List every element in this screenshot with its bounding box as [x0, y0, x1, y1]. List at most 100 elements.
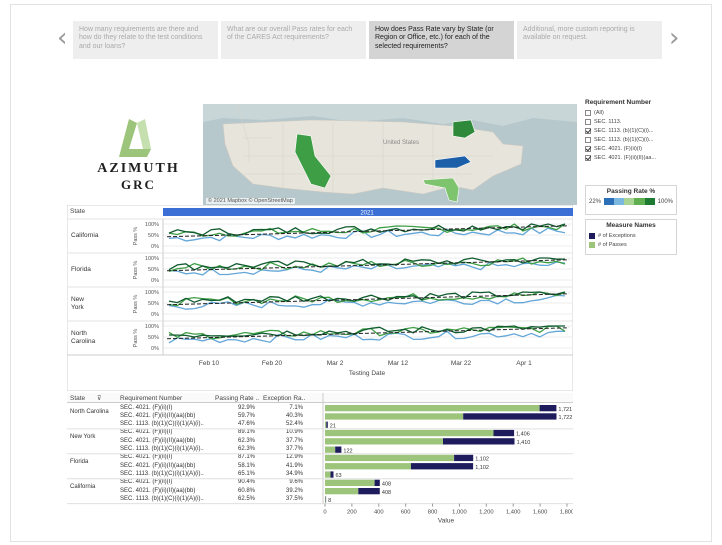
exceptions-bar: [330, 471, 334, 478]
checked-checkbox-icon[interactable]: [585, 127, 591, 134]
pass-tick-label: 100%: [145, 324, 159, 330]
panel-col-header: State: [70, 208, 86, 215]
filter-option-label: SEC. 4021. (F)(ii)(I): [594, 145, 642, 152]
year-label: 2021: [360, 211, 374, 217]
pass-tick-label: 50%: [148, 335, 159, 341]
value-tick-label: 1,000: [452, 510, 467, 516]
state-map[interactable]: United States © 2021 Mapbox © OpenStreet…: [203, 104, 577, 205]
filter-option-label: SEC. 1113.: [594, 118, 622, 125]
filter-option[interactable]: SEC. 1113.: [581, 117, 701, 126]
passes-swatch: [589, 241, 595, 248]
checked-checkbox-icon[interactable]: [585, 154, 591, 161]
state-row-label: North: [71, 330, 87, 337]
exceptions-bar: [454, 454, 474, 462]
value-tick-label: 1,800: [560, 510, 573, 516]
value-tick-label: 1,600: [533, 510, 548, 516]
pass-axis-label: Pass %: [133, 295, 139, 314]
filter-option-label: SEC. 4021. (F)(ii)(II)(aa...: [594, 154, 657, 161]
checkbox-icon[interactable]: [585, 109, 591, 116]
passes-bar: [325, 438, 443, 445]
passes-bar: [325, 405, 540, 412]
date-tick-label: Apr 1: [516, 360, 532, 367]
passes-bar: [325, 463, 411, 470]
state-row-label: California: [71, 232, 99, 239]
legend-item-passes[interactable]: # of Passes: [589, 240, 673, 249]
filter-option[interactable]: (All): [581, 108, 701, 117]
azimuth-mark-icon: [119, 119, 151, 157]
pass-axis-label: Pass %: [133, 261, 139, 280]
story-point-4[interactable]: Additional, more custom reporting is ava…: [517, 21, 662, 59]
date-tick-label: Mar 12: [388, 360, 409, 367]
checked-checkbox-icon[interactable]: [585, 145, 591, 152]
date-tick-label: Mar 22: [451, 360, 472, 367]
pass-tick-label: 100%: [145, 290, 159, 296]
filter-option[interactable]: SEC. 4021. (F)(ii)(II)(aa...: [581, 153, 701, 162]
checkbox-icon[interactable]: [585, 136, 591, 143]
passes-bar: [325, 421, 327, 428]
passes-bar: [325, 446, 336, 453]
passes-bar: [325, 488, 359, 495]
exceptions-bar: [411, 463, 474, 470]
rate-color-ramp: [604, 198, 655, 205]
previous-story-arrow-icon[interactable]: ‹: [57, 23, 67, 53]
bar-total-label: 408: [382, 482, 391, 488]
rate-legend-min: 22%: [589, 198, 602, 205]
exceptions-bar: [443, 438, 515, 445]
passes-bar: [325, 496, 326, 503]
pass-rate-trend-chart[interactable]: State 2021 California Pass % 100% 50% 0% Florid…: [67, 205, 573, 391]
bar-total-label: 1,721: [558, 407, 572, 413]
requirement-table: State ⊽ Requirement Number Passing Rate …: [67, 393, 573, 535]
filter-option[interactable]: SEC. 1113. (b)(1)(C)(i)...: [581, 126, 701, 135]
exceptions-bar: [374, 479, 380, 486]
pass-tick-label: 0%: [151, 244, 159, 250]
passes-bar: [325, 471, 331, 478]
value-tick-label: 200: [347, 510, 357, 516]
state-row-label: Florida: [71, 266, 91, 273]
passes-bar: [325, 454, 455, 462]
pass-axis-label: Pass %: [133, 329, 139, 348]
bar-total-label: 408: [382, 490, 391, 496]
passing-rate-legend: Passing Rate % 22% 100%: [585, 185, 677, 215]
rate-legend-max: 100%: [657, 198, 673, 205]
pass-axis-label: Pass %: [133, 227, 139, 246]
legend-item-exceptions[interactable]: # of Exceptions: [589, 231, 673, 240]
exceptions-bar: [335, 446, 342, 453]
azimuth-grc-logo: AZIMUTH GRC: [91, 113, 186, 198]
requirement-filter: Requirement Number (All) SEC. 1113. SEC. 1…: [581, 99, 701, 162]
story-point-3[interactable]: How does Pass Rate vary by State (or Reg…: [369, 21, 514, 59]
checkbox-icon[interactable]: [585, 118, 591, 125]
story-point-2[interactable]: What are our overall Pass rates for each…: [221, 21, 366, 59]
logo-word-azimuth: AZIMUTH: [97, 161, 180, 176]
date-tick-label: Feb 20: [262, 360, 283, 367]
legend-label-passes: # of Passes: [598, 241, 627, 248]
next-story-arrow-icon[interactable]: ›: [669, 23, 679, 53]
exceptions-swatch: [589, 232, 595, 239]
passes-bar: [325, 429, 494, 437]
filter-option[interactable]: SEC. 4021. (F)(ii)(I): [581, 144, 701, 153]
bar-total-label: 1,722: [559, 415, 573, 421]
exceptions-bar: [326, 421, 328, 428]
date-tick-label: Feb 10: [199, 360, 220, 367]
value-axis-title: Value: [438, 518, 455, 525]
story-point-1[interactable]: How many requirements are there and how …: [73, 21, 218, 59]
value-tick-label: 0: [323, 510, 326, 516]
map-credit[interactable]: © 2021 Mapbox © OpenStreetMap: [206, 198, 295, 204]
logo-word-grc: GRC: [121, 177, 156, 192]
state-row-label: Carolina: [71, 338, 96, 345]
state-row-label: York: [71, 304, 85, 311]
exceptions-bar: [539, 405, 557, 412]
date-tick-label: Mar 2: [327, 360, 344, 367]
pass-tick-label: 50%: [148, 233, 159, 239]
value-tick-label: 400: [374, 510, 384, 516]
value-tick-label: 1,400: [506, 510, 521, 516]
value-tick-label: 800: [428, 510, 438, 516]
pass-tick-label: 0%: [151, 278, 159, 284]
exceptions-bar: [358, 488, 380, 495]
passes-exceptions-bar-chart[interactable]: 1,7211,722211,4061,4101221,1021,10263408…: [67, 393, 573, 535]
pass-tick-label: 0%: [151, 312, 159, 318]
filter-option-label: (All): [594, 109, 604, 116]
bar-total-label: 1,406: [516, 432, 530, 438]
value-tick-label: 600: [401, 510, 411, 516]
state-row-label: New: [71, 296, 84, 303]
filter-option[interactable]: SEC. 1113. (b)(1)(C)(i)...: [581, 135, 701, 144]
